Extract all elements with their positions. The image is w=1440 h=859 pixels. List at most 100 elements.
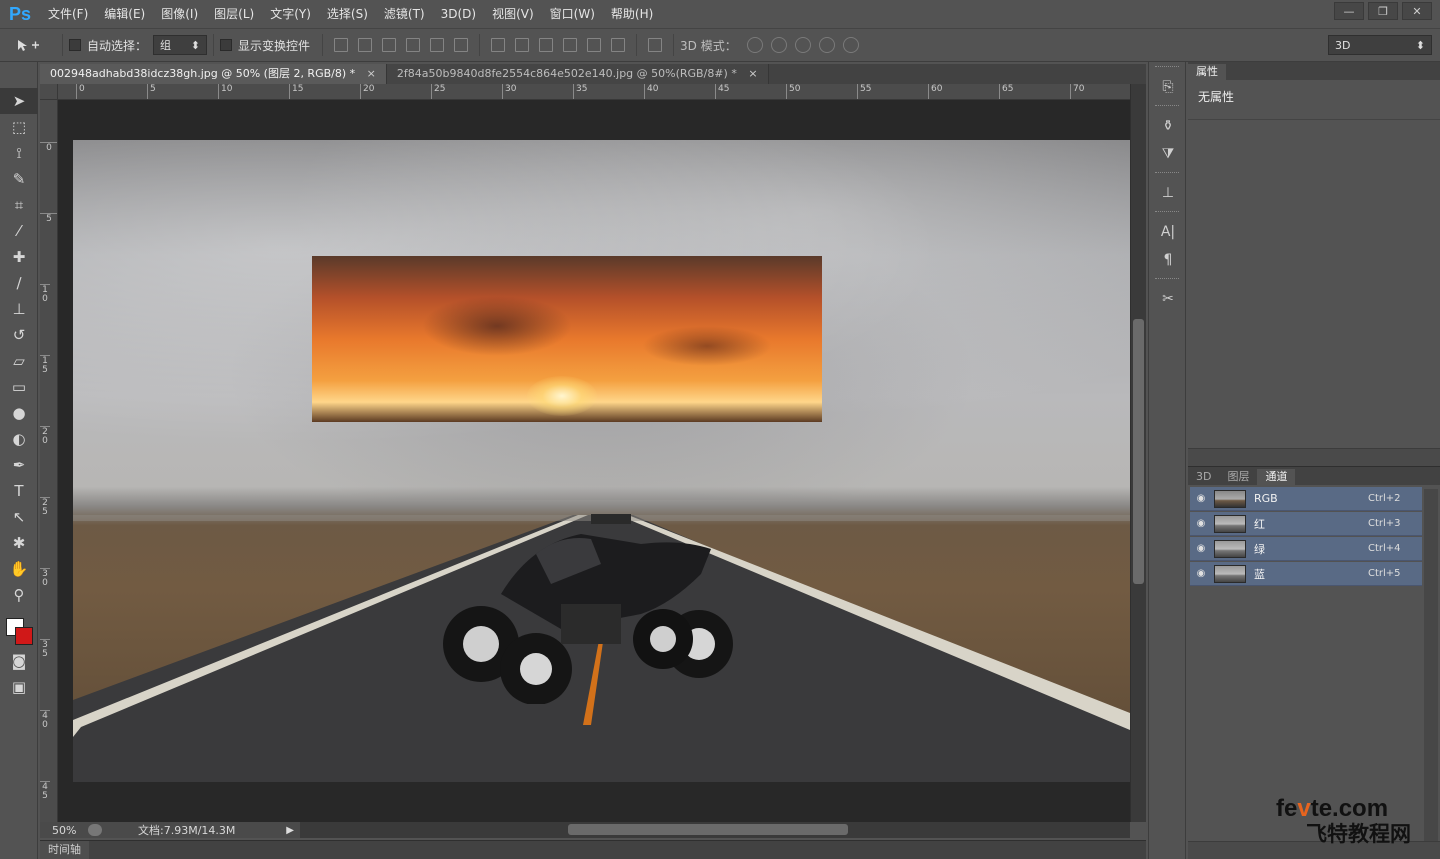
distribute-right-icon[interactable] [611,38,626,52]
eraser-tool[interactable]: ▱ [0,348,38,374]
menu-select[interactable]: 选择(S) [319,0,376,28]
horizontal-ruler[interactable]: 0 5 10 15 20 25 30 35 40 45 50 55 60 65 … [58,84,1130,100]
tab-layers[interactable]: 图层 [1219,469,1257,485]
healing-tool[interactable]: ✚ [0,244,38,270]
channel-row-blue[interactable]: ◉ 蓝 Ctrl+5 [1190,562,1422,586]
auto-select-dropdown[interactable]: 组 ⬍ [153,35,208,55]
history-icon[interactable]: ⎘ [1149,73,1187,101]
menu-3d[interactable]: 3D(D) [433,0,484,28]
align-right-icon[interactable] [454,38,469,52]
drag-3d-icon[interactable] [794,37,811,53]
tab-channels[interactable]: 通道 [1257,469,1296,485]
document-tab-1[interactable]: 002948adhabd38idcz38gh.jpg @ 50% (图层 2, … [40,64,387,84]
move-tool-preset[interactable] [0,38,56,52]
workspace-dropdown[interactable]: 3D ⬍ [1328,35,1432,55]
vertical-scrollbar[interactable] [1130,84,1146,822]
restore-button[interactable]: ❐ [1368,2,1398,20]
distribute-hcenter-icon[interactable] [587,38,602,52]
distribute-top-icon[interactable] [491,38,506,52]
menu-filter[interactable]: 滤镜(T) [376,0,433,28]
marquee-tool[interactable]: ⬚ [0,114,38,140]
shape-tool[interactable]: ✱ [0,530,38,556]
horizontal-scrollbar[interactable] [300,822,1130,838]
ruler-origin[interactable] [40,84,58,100]
menu-type[interactable]: 文字(Y) [262,0,319,28]
hand-tool[interactable]: ✋ [0,556,38,582]
visibility-eye-icon[interactable]: ◉ [1190,568,1212,579]
dock-grip[interactable] [1155,211,1179,216]
gradient-tool[interactable]: ▭ [0,374,38,400]
menu-edit[interactable]: 编辑(E) [96,0,153,28]
visibility-eye-icon[interactable]: ◉ [1190,493,1212,504]
dock-grip[interactable] [1155,278,1179,283]
paragraph-icon[interactable]: ¶ [1149,246,1187,274]
scale-3d-icon[interactable] [842,37,859,53]
tab-properties[interactable]: 属性 [1188,64,1226,80]
vertical-scroll-thumb[interactable] [1133,319,1144,584]
eyedropper-tool[interactable]: ⁄ [0,218,38,244]
close-tab-icon[interactable]: × [367,67,376,80]
tab-3d[interactable]: 3D [1188,469,1219,485]
type-tool[interactable]: T [0,478,38,504]
close-tab-icon[interactable]: × [748,67,757,80]
close-window-button[interactable]: ✕ [1402,2,1432,20]
align-left-icon[interactable] [406,38,421,52]
distribute-left-icon[interactable] [563,38,578,52]
quick-select-tool[interactable]: ✎ [0,166,38,192]
zoom-level[interactable]: 50% [40,824,88,837]
vertical-ruler[interactable]: 0 5 1 0 1 5 2 0 2 5 3 0 3 5 4 0 4 5 [40,100,58,824]
brush-tool[interactable]: ∕ [0,270,38,296]
character-icon[interactable]: A| [1149,218,1187,246]
minimize-button[interactable]: — [1334,2,1364,20]
atv-layer[interactable] [441,514,733,704]
dock-grip[interactable] [1155,66,1179,71]
path-select-tool[interactable]: ↖ [0,504,38,530]
channel-row-rgb[interactable]: ◉ RGB Ctrl+2 [1190,487,1422,511]
align-hcenter-icon[interactable] [430,38,445,52]
timeline-panel-tab[interactable]: 时间轴 [40,840,1146,859]
dock-grip[interactable] [1155,172,1179,177]
rotate-3d-icon[interactable] [746,37,763,53]
blur-tool[interactable]: ● [0,400,38,426]
menu-image[interactable]: 图像(I) [153,0,206,28]
dodge-tool[interactable]: ◐ [0,426,38,452]
background-color-swatch[interactable] [15,627,33,645]
align-vcenter-icon[interactable] [358,38,373,52]
visibility-eye-icon[interactable]: ◉ [1190,518,1212,529]
sliders-icon[interactable]: ⧩ [1149,140,1187,168]
document-canvas[interactable] [73,140,1130,782]
screen-mode-tool[interactable]: ▣ [0,674,38,700]
menu-layer[interactable]: 图层(L) [206,0,262,28]
move-tool[interactable]: ➤ [0,88,38,114]
auto-select-checkbox[interactable] [69,39,81,51]
menu-help[interactable]: 帮助(H) [603,0,661,28]
channel-row-red[interactable]: ◉ 红 Ctrl+3 [1190,512,1422,536]
status-menu-arrow-icon[interactable]: ▶ [286,825,294,836]
document-tab-2[interactable]: 2f84a50b9840d8fe2554c864e502e140.jpg @ 5… [386,64,769,84]
stamp-tool[interactable]: ⊥ [0,296,38,322]
auto-align-icon[interactable] [648,38,663,52]
menu-window[interactable]: 窗口(W) [542,0,603,28]
align-bottom-icon[interactable] [382,38,397,52]
menu-view[interactable]: 视图(V) [484,0,542,28]
canvas-area[interactable] [58,100,1130,822]
info-icon[interactable] [88,824,102,836]
pen-tool[interactable]: ✒ [0,452,38,478]
clone-source-icon[interactable]: ⊥ [1149,179,1187,207]
roll-3d-icon[interactable] [770,37,787,53]
history-brush-tool[interactable]: ↺ [0,322,38,348]
tool-presets-icon[interactable]: ✂ [1149,285,1187,313]
visibility-eye-icon[interactable]: ◉ [1190,543,1212,554]
crop-tool[interactable]: ⌗ [0,192,38,218]
distribute-bottom-icon[interactable] [539,38,554,52]
sunset-layer[interactable] [312,256,822,422]
distribute-vcenter-icon[interactable] [515,38,530,52]
align-top-icon[interactable] [334,38,349,52]
channels-scrollbar[interactable] [1424,489,1438,849]
channel-row-green[interactable]: ◉ 绿 Ctrl+4 [1190,537,1422,561]
quick-mask-tool[interactable]: ◙ [0,648,38,674]
lasso-tool[interactable]: ⟟ [0,140,38,166]
horizontal-scroll-thumb[interactable] [568,824,848,835]
zoom-tool[interactable]: ⚲ [0,582,38,608]
menu-file[interactable]: 文件(F) [40,0,96,28]
